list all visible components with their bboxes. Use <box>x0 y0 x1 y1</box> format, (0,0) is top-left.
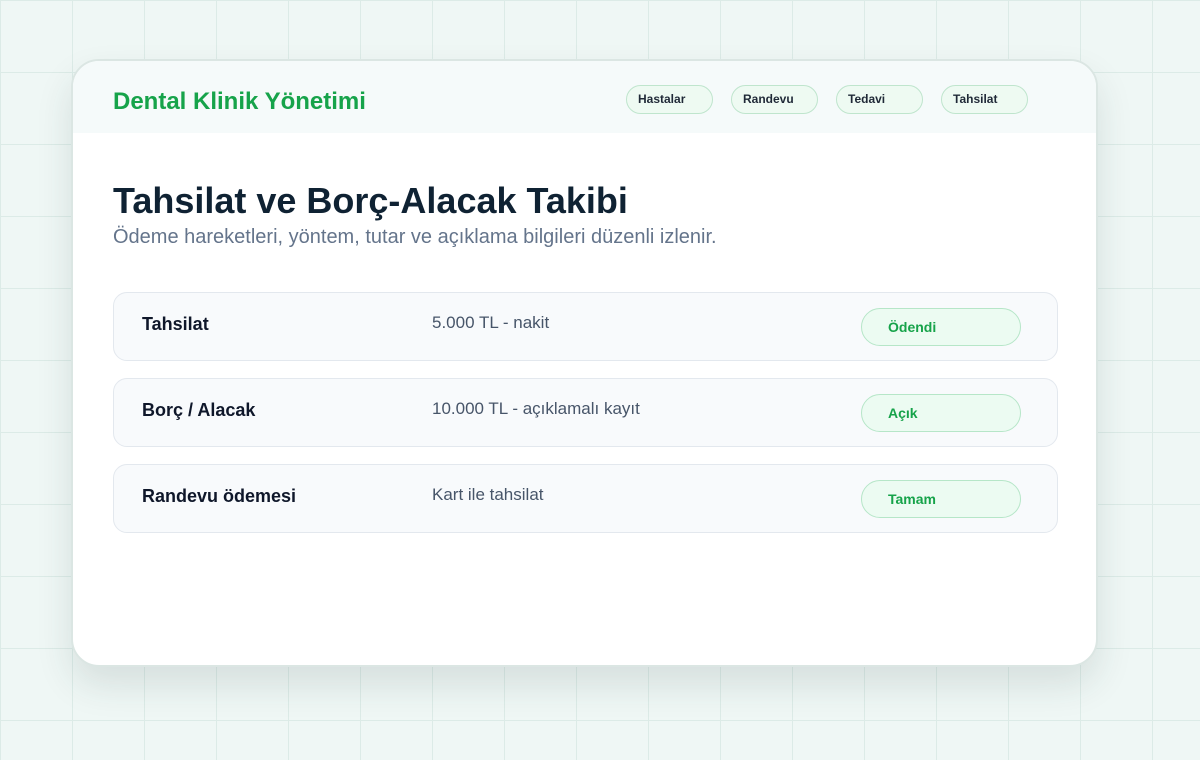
status-badge: Tamam <box>861 480 1021 518</box>
nav-tedavi[interactable]: Tedavi <box>836 85 923 114</box>
row-detail: 10.000 TL - açıklamalı kayıt <box>432 399 640 418</box>
list-item[interactable]: Randevu ödemesi Kart ile tahsilat Tamam <box>113 464 1058 533</box>
brand-title: Dental Klinik Yönetimi <box>113 88 366 115</box>
nav-tahsilat[interactable]: Tahsilat <box>941 85 1028 114</box>
status-badge: Ödendi <box>861 308 1021 346</box>
nav-hastalar[interactable]: Hastalar <box>626 85 713 114</box>
page-subtitle: Ödeme hareketleri, yöntem, tutar ve açık… <box>113 226 717 248</box>
status-badge: Açık <box>861 394 1021 432</box>
row-title: Tahsilat <box>142 314 209 334</box>
payment-list: Tahsilat 5.000 TL - nakit Ödendi Borç / … <box>113 292 1058 550</box>
row-detail: 5.000 TL - nakit <box>432 313 550 332</box>
nav-randevu[interactable]: Randevu <box>731 85 818 114</box>
row-title: Randevu ödemesi <box>142 486 297 506</box>
list-item[interactable]: Tahsilat 5.000 TL - nakit Ödendi <box>113 292 1058 361</box>
app-header: Dental Klinik Yönetimi Hastalar Randevu … <box>73 61 1096 133</box>
row-detail: Kart ile tahsilat <box>432 485 544 504</box>
list-item[interactable]: Borç / Alacak 10.000 TL - açıklamalı kay… <box>113 378 1058 447</box>
main-card: Dental Klinik Yönetimi Hastalar Randevu … <box>71 59 1098 667</box>
top-nav: Hastalar Randevu Tedavi Tahsilat <box>626 85 1028 114</box>
page-title: Tahsilat ve Borç-Alacak Takibi <box>113 180 628 221</box>
row-title: Borç / Alacak <box>142 400 256 420</box>
